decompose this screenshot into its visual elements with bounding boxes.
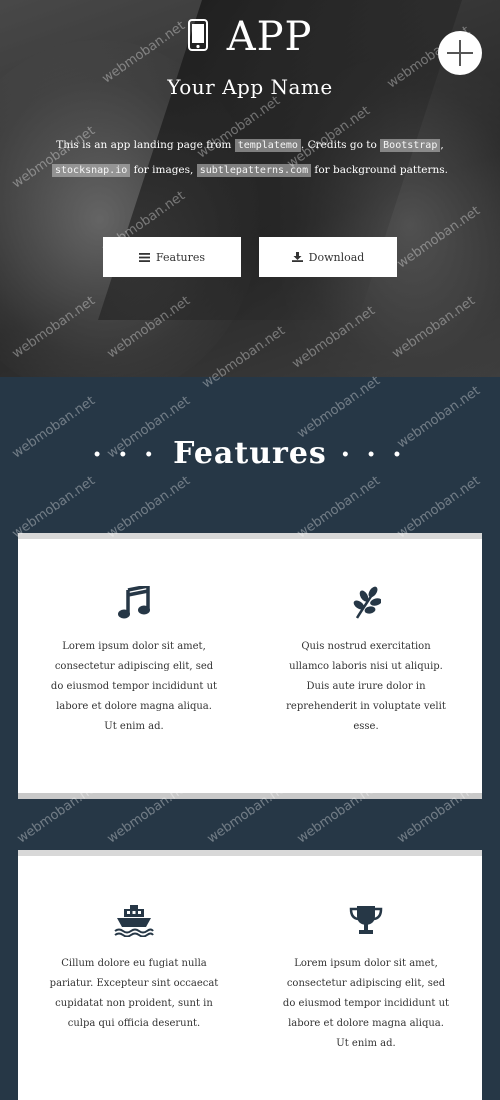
feature-item: Lorem ipsum dolor sit amet, consectetur …	[250, 856, 482, 1054]
feature-text: Quis nostrud exercitation ullamco labori…	[286, 641, 446, 732]
heading-dots-left: • • •	[92, 447, 160, 463]
watermark: webmoban.net	[9, 473, 98, 542]
download-button-label: Download	[308, 250, 365, 264]
bootstrap-link[interactable]: Bootstrap	[380, 139, 441, 152]
intro-text-part: This is an app landing page from	[56, 139, 235, 151]
menu-toggle-button[interactable]	[438, 31, 482, 75]
intro-text-part: for background patterns.	[311, 164, 449, 176]
watermark: webmoban.net	[294, 373, 383, 442]
templatemo-link[interactable]: templatemo	[234, 139, 301, 152]
music-icon	[18, 583, 250, 623]
feature-card: Cillum dolore eu fugiat nulla pariatur. …	[18, 850, 482, 1100]
leaf-icon	[250, 583, 482, 623]
watermark: webmoban.net	[294, 473, 383, 542]
intro-text: This is an app landing page from templat…	[40, 133, 460, 183]
watermark: webmoban.net	[104, 473, 193, 542]
list-icon	[138, 252, 150, 262]
intro-text-part: for images,	[130, 164, 197, 176]
intro-text-part: ,	[440, 139, 444, 151]
hero-section: APP Your App Name This is an app landing…	[0, 0, 500, 377]
ship-icon	[18, 900, 250, 940]
app-name: Your App Name	[167, 75, 333, 99]
download-button[interactable]: Download	[259, 237, 397, 277]
features-button-label: Features	[155, 250, 206, 264]
feature-item: Quis nostrud exercitation ullamco labori…	[250, 539, 482, 737]
features-heading-text: Features	[173, 436, 327, 471]
watermark: webmoban.net	[394, 473, 483, 542]
feature-item: Lorem ipsum dolor sit amet, consectetur …	[18, 539, 250, 737]
subtlepatterns-link[interactable]: subtlepatterns.com	[196, 164, 312, 177]
heading-dots-right: • • •	[340, 447, 408, 463]
brand: APP	[0, 14, 500, 60]
intro-text-part: . Credits go to	[300, 139, 381, 151]
feature-card: Lorem ipsum dolor sit amet, consectetur …	[18, 533, 482, 799]
plus-icon	[459, 40, 461, 66]
mobile-phone-icon	[187, 19, 208, 55]
feature-text: Lorem ipsum dolor sit amet, consectetur …	[282, 958, 450, 1049]
app-title: APP	[226, 14, 313, 60]
download-icon	[291, 252, 303, 262]
trophy-icon	[250, 900, 482, 940]
feature-text: Cillum dolore eu fugiat nulla pariatur. …	[49, 958, 219, 1029]
features-button[interactable]: Features	[103, 237, 241, 277]
stocksnap-link[interactable]: stocksnap.io	[51, 164, 131, 177]
features-heading: • • • Features • • •	[0, 436, 500, 471]
feature-text: Lorem ipsum dolor sit amet, consectetur …	[50, 641, 218, 732]
feature-item: Cillum dolore eu fugiat nulla pariatur. …	[18, 856, 250, 1034]
